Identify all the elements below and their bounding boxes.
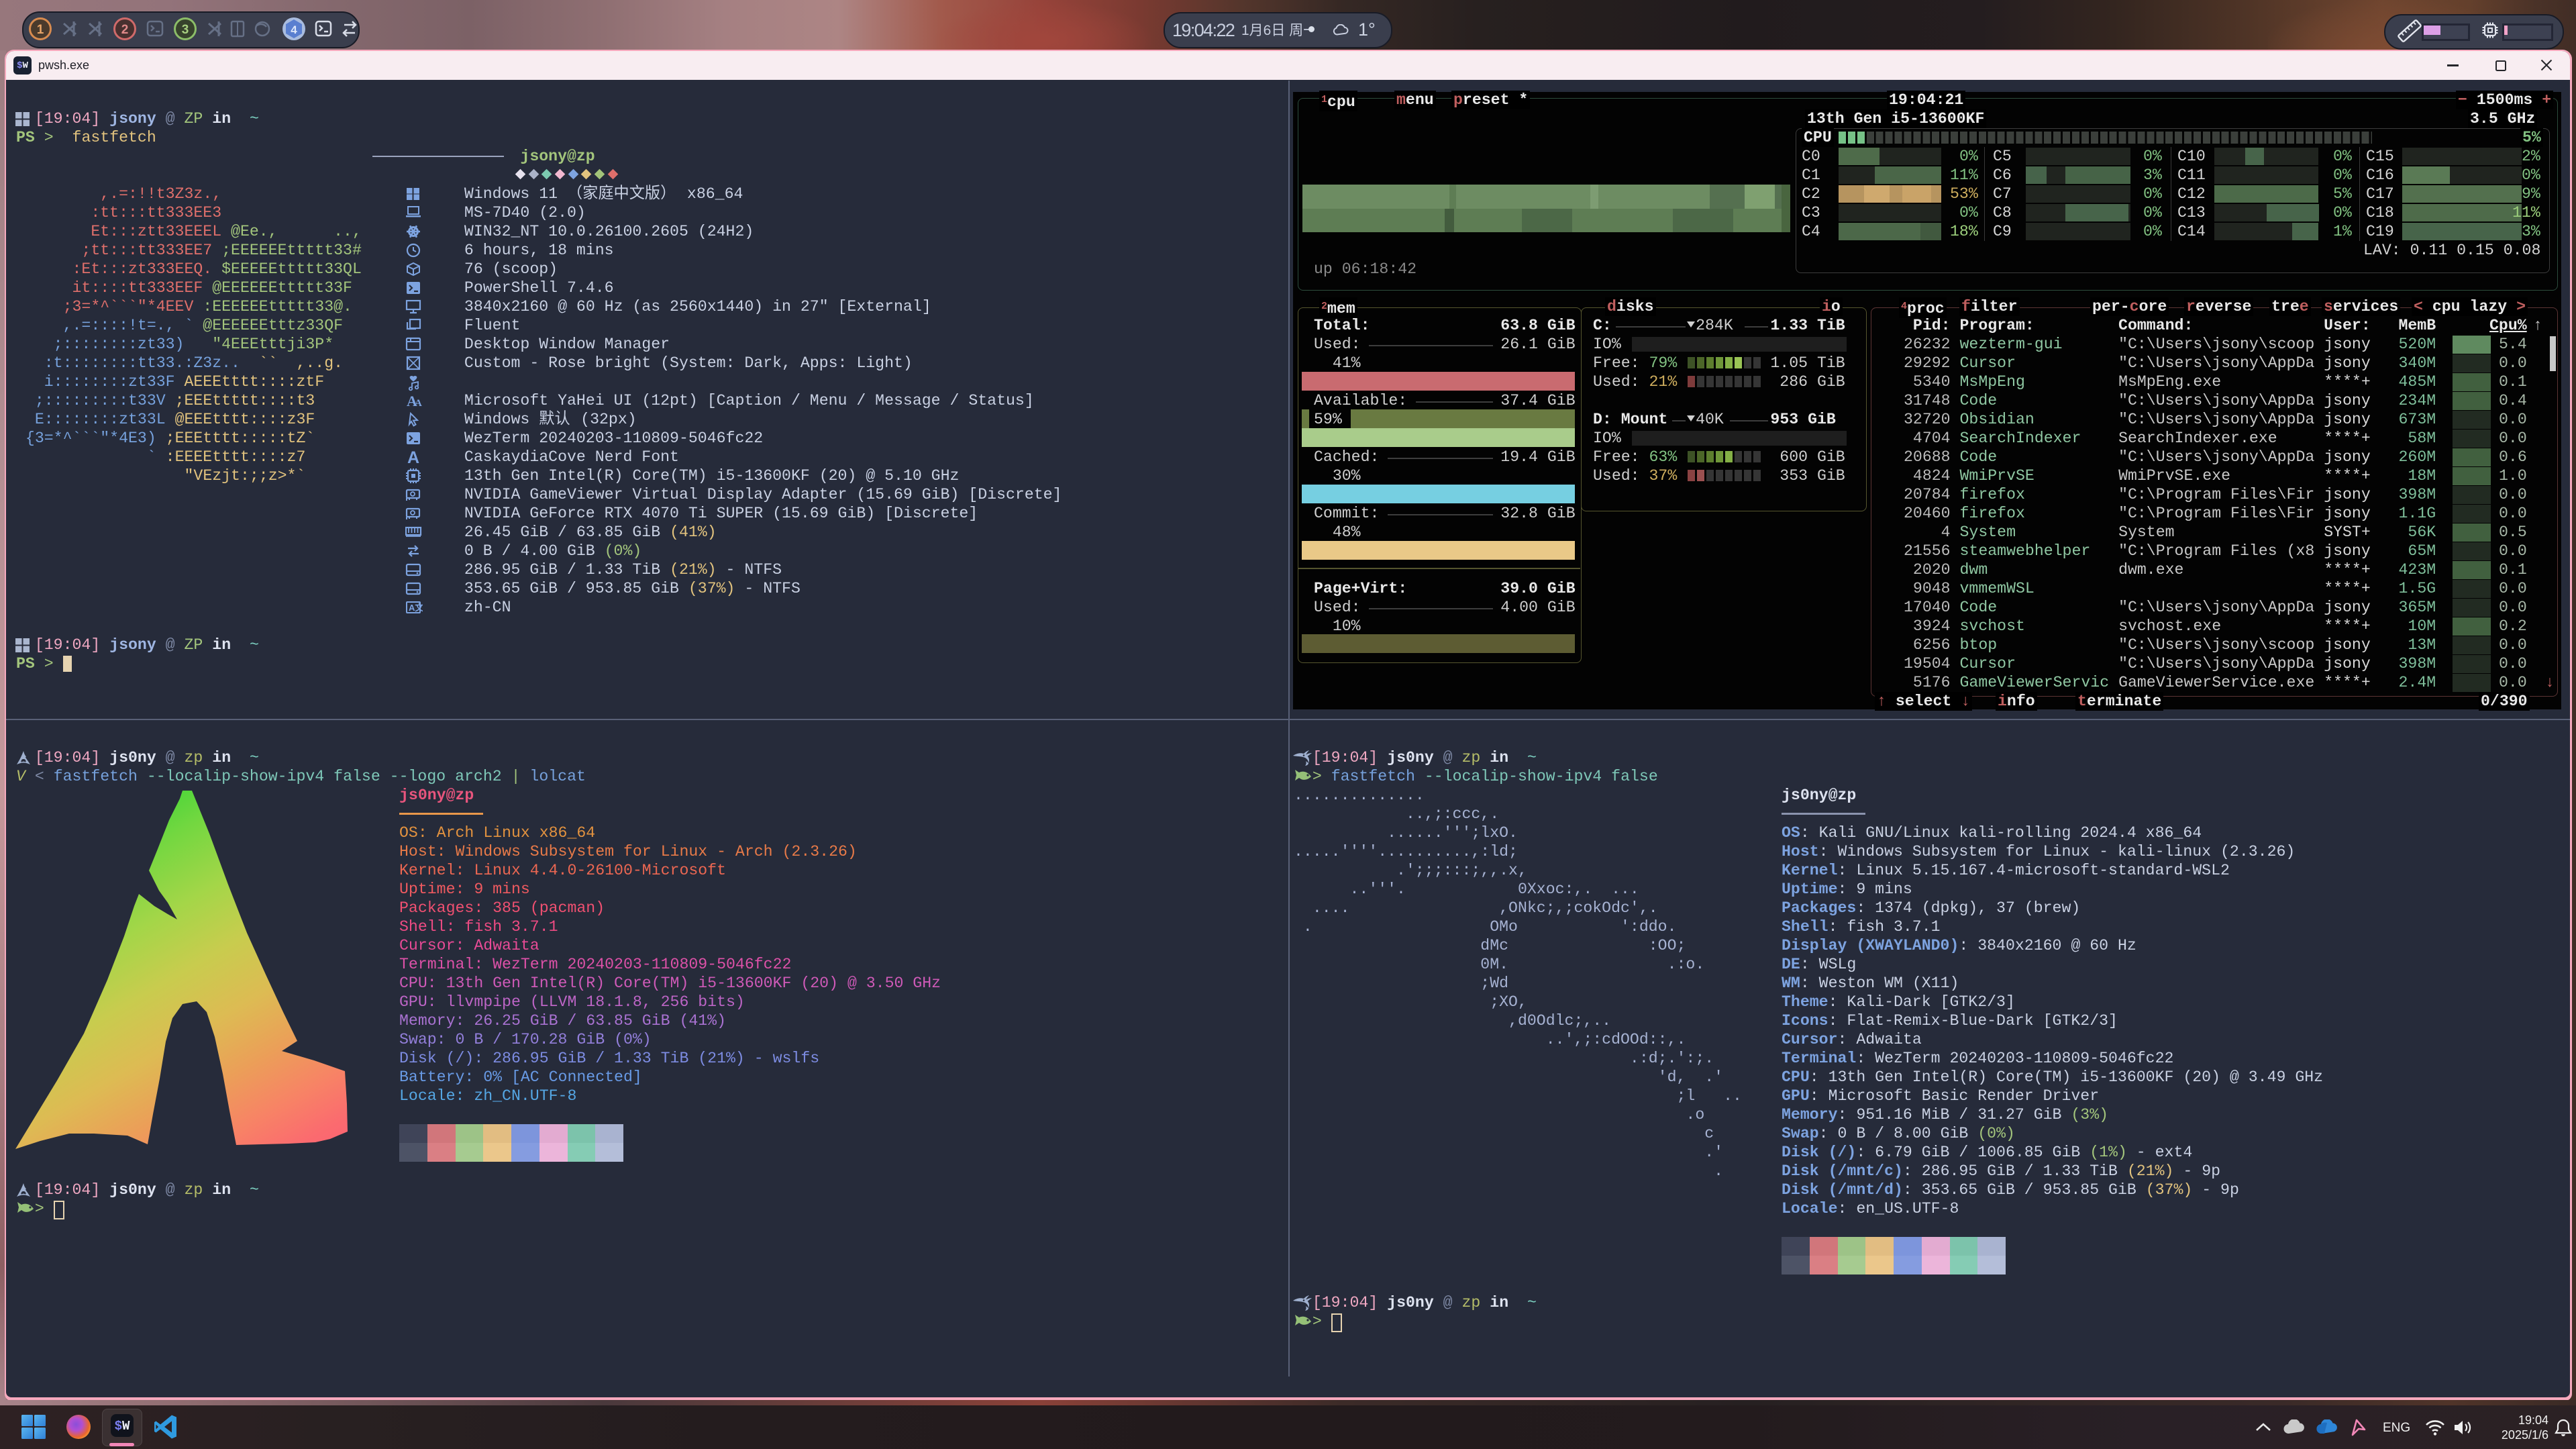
svg-text:A: A <box>415 398 422 409</box>
svg-text:A: A <box>407 448 419 467</box>
svg-text:1: 1 <box>37 23 44 37</box>
svg-text:2: 2 <box>121 23 129 37</box>
svg-text:4: 4 <box>291 23 297 36</box>
svg-text:3: 3 <box>182 23 189 37</box>
svg-text:A文: A文 <box>409 603 423 613</box>
